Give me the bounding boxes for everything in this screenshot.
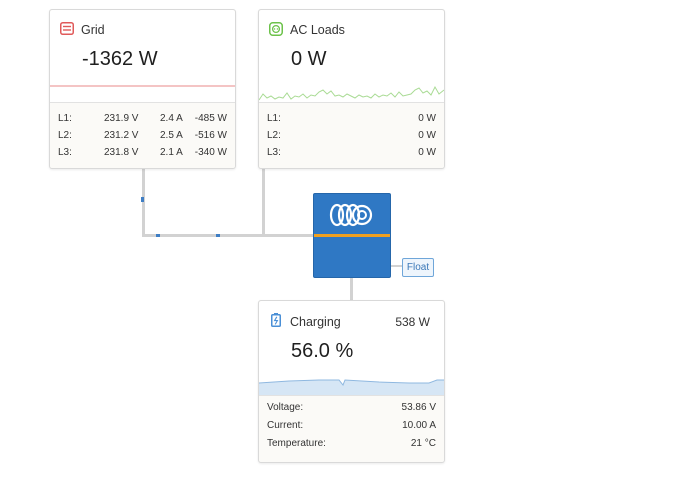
grid-row-l2: L2: 231.2 V 2.5 A -516 W <box>50 130 235 147</box>
grid-row-voltage: 231.8 V <box>104 147 139 158</box>
grid-row-current: 2.4 A <box>160 113 183 124</box>
inverter-charger[interactable] <box>313 193 391 278</box>
inverter-state-badge[interactable]: Float <box>402 258 434 277</box>
ac-loads-card[interactable]: AC Loads 0 W L1: 0 W L2: 0 W L3: 0 W <box>258 9 445 169</box>
ac-loads-row-label: L3: <box>267 147 281 158</box>
flow-dot <box>156 234 160 237</box>
bus-connector <box>142 234 314 237</box>
battery-power: 538 W <box>395 315 430 329</box>
ac-loads-row-power: 0 W <box>418 130 436 141</box>
battery-row-value: 10.00 A <box>402 420 436 431</box>
battery-row-voltage: Voltage: 53.86 V <box>259 402 444 419</box>
grid-row-label: L2: <box>58 130 72 141</box>
battery-row-current: Current: 10.00 A <box>259 420 444 437</box>
battery-title: Charging <box>290 315 341 329</box>
flow-dot <box>141 197 144 202</box>
grid-row-l1: L1: 231.9 V 2.4 A -485 W <box>50 113 235 130</box>
grid-row-l3: L3: 231.8 V 2.1 A -340 W <box>50 147 235 164</box>
socket-icon <box>269 22 283 36</box>
battery-connector <box>350 275 353 301</box>
battery-row-value: 21 °C <box>410 438 436 449</box>
ac-loads-row-label: L2: <box>267 130 281 141</box>
grid-sparkline <box>50 85 235 87</box>
battery-soc: 56.0 % <box>291 340 354 362</box>
battery-icon <box>271 313 281 327</box>
ac-loads-title: AC Loads <box>290 23 345 37</box>
grid-row-label: L3: <box>58 147 72 158</box>
battery-row-label: Temperature: <box>267 438 326 449</box>
grid-title: Grid <box>81 23 105 37</box>
ac-loads-row-l3: L3: 0 W <box>259 147 444 164</box>
ac-loads-row-power: 0 W <box>418 113 436 124</box>
battery-row-temperature: Temperature: 21 °C <box>259 438 444 455</box>
grid-row-power: -516 W <box>194 130 227 141</box>
battery-row-label: Current: <box>267 420 304 431</box>
grid-row-voltage: 231.2 V <box>104 130 139 141</box>
grid-row-label: L1: <box>58 113 72 124</box>
ac-loads-sparkline <box>259 85 444 101</box>
flow-dot <box>216 234 220 237</box>
battery-row-value: 53.86 V <box>401 402 436 413</box>
ac-loads-row-l2: L2: 0 W <box>259 130 444 147</box>
grid-meter-icon <box>60 22 74 35</box>
ac-loads-row-label: L1: <box>267 113 281 124</box>
ac-loads-row-l1: L1: 0 W <box>259 113 444 130</box>
grid-power: -1362 W <box>82 48 158 70</box>
ac-loads-power: 0 W <box>291 48 327 70</box>
grid-row-power: -485 W <box>194 113 227 124</box>
grid-row-power: -340 W <box>194 147 227 158</box>
ac-loads-row-power: 0 W <box>418 147 436 158</box>
battery-card-header: Charging 538 W 56.0 % <box>259 301 444 396</box>
grid-row-current: 2.5 A <box>160 130 183 141</box>
battery-sparkline <box>259 379 444 395</box>
grid-card-header: Grid -1362 W <box>50 10 235 103</box>
grid-row-current: 2.1 A <box>160 147 183 158</box>
victron-logo <box>329 203 373 227</box>
grid-card[interactable]: Grid -1362 W L1: 231.9 V 2.4 A -485 W L2… <box>49 9 236 169</box>
grid-row-voltage: 231.9 V <box>104 113 139 124</box>
battery-card[interactable]: Charging 538 W 56.0 % Voltage: 53.86 V C… <box>258 300 445 463</box>
battery-row-label: Voltage: <box>267 402 304 413</box>
loads-connector <box>262 167 265 236</box>
ac-loads-card-header: AC Loads 0 W <box>259 10 444 103</box>
inverter-stripe <box>314 234 390 237</box>
